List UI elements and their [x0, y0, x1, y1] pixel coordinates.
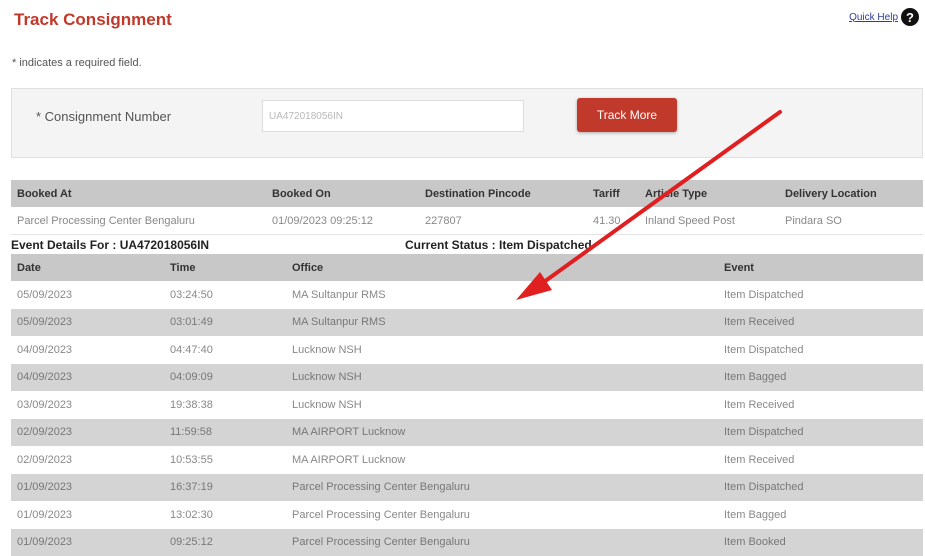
col-office: Office [286, 254, 718, 281]
event-office: Lucknow NSH [286, 336, 718, 364]
event-time: 03:24:50 [164, 281, 286, 309]
col-delivery-location: Delivery Location [779, 180, 923, 207]
booked-at-value: Parcel Processing Center Bengaluru [11, 207, 266, 235]
event-date: 02/09/2023 [11, 419, 164, 447]
event-status: Item Received [718, 309, 923, 337]
article-type-value: Inland Speed Post [639, 207, 779, 235]
table-row: 05/09/2023 03:24:50 MA Sultanpur RMS Ite… [11, 281, 923, 309]
event-time: 11:59:58 [164, 419, 286, 447]
table-row: 02/09/2023 11:59:58 MA AIRPORT Lucknow I… [11, 419, 923, 447]
track-more-button[interactable]: Track More [577, 98, 677, 132]
event-date: 03/09/2023 [11, 391, 164, 419]
col-event: Event [718, 254, 923, 281]
event-date: 05/09/2023 [11, 309, 164, 337]
consignment-number-input[interactable] [262, 100, 524, 132]
col-booked-at: Booked At [11, 180, 266, 207]
event-time: 19:38:38 [164, 391, 286, 419]
event-details-heading: Event Details For : UA472018056IN [11, 238, 209, 252]
table-row: 05/09/2023 03:01:49 MA Sultanpur RMS Ite… [11, 309, 923, 337]
consignment-form: * Consignment Number Track More [11, 88, 923, 158]
table-row: 01/09/2023 16:37:19 Parcel Processing Ce… [11, 474, 923, 502]
events-table: Date Time Office Event 05/09/2023 03:24:… [11, 254, 923, 556]
event-office: MA Sultanpur RMS [286, 309, 718, 337]
col-article-type: Article Type [639, 180, 779, 207]
event-date: 04/09/2023 [11, 336, 164, 364]
table-row: 01/09/2023 13:02:30 Parcel Processing Ce… [11, 501, 923, 529]
event-date: 04/09/2023 [11, 364, 164, 392]
event-status: Item Received [718, 446, 923, 474]
event-status: Item Dispatched [718, 336, 923, 364]
event-time: 04:47:40 [164, 336, 286, 364]
event-office: Lucknow NSH [286, 364, 718, 392]
current-status: Current Status : Item Dispatched [405, 238, 592, 252]
events-header-row: Date Time Office Event [11, 254, 923, 281]
event-office: Parcel Processing Center Bengaluru [286, 474, 718, 502]
consignment-number-label: * Consignment Number [36, 109, 171, 124]
delivery-location-value: Pindara SO [779, 207, 923, 235]
booking-info-table: Booked At Booked On Destination Pincode … [11, 180, 923, 235]
event-status: Item Dispatched [718, 419, 923, 447]
event-office: MA Sultanpur RMS [286, 281, 718, 309]
quick-help: Quick Help ? [849, 8, 919, 26]
destination-pincode-value: 227807 [419, 207, 587, 235]
event-date: 01/09/2023 [11, 501, 164, 529]
event-status: Item Bagged [718, 364, 923, 392]
event-time: 10:53:55 [164, 446, 286, 474]
tariff-value: 41.30 [587, 207, 639, 235]
event-office: MA AIRPORT Lucknow [286, 419, 718, 447]
event-date: 05/09/2023 [11, 281, 164, 309]
quick-help-link[interactable]: Quick Help [849, 12, 898, 23]
event-date: 02/09/2023 [11, 446, 164, 474]
event-time: 03:01:49 [164, 309, 286, 337]
booked-on-value: 01/09/2023 09:25:12 [266, 207, 419, 235]
required-note: * indicates a required field. [12, 57, 142, 69]
table-row: 04/09/2023 04:47:40 Lucknow NSH Item Dis… [11, 336, 923, 364]
event-office: Parcel Processing Center Bengaluru [286, 501, 718, 529]
table-row: 02/09/2023 10:53:55 MA AIRPORT Lucknow I… [11, 446, 923, 474]
col-time: Time [164, 254, 286, 281]
event-status: Item Bagged [718, 501, 923, 529]
event-time: 13:02:30 [164, 501, 286, 529]
event-status: Item Received [718, 391, 923, 419]
table-row: 03/09/2023 19:38:38 Lucknow NSH Item Rec… [11, 391, 923, 419]
event-date: 01/09/2023 [11, 474, 164, 502]
event-time: 04:09:09 [164, 364, 286, 392]
col-destination-pincode: Destination Pincode [419, 180, 587, 207]
col-booked-on: Booked On [266, 180, 419, 207]
booking-header-row: Booked At Booked On Destination Pincode … [11, 180, 923, 207]
help-icon[interactable]: ? [901, 8, 919, 26]
event-time: 16:37:19 [164, 474, 286, 502]
event-status: Item Dispatched [718, 281, 923, 309]
table-row: 04/09/2023 04:09:09 Lucknow NSH Item Bag… [11, 364, 923, 392]
event-office: Lucknow NSH [286, 391, 718, 419]
col-tariff: Tariff [587, 180, 639, 207]
page-title: Track Consignment [14, 10, 172, 30]
event-office: MA AIRPORT Lucknow [286, 446, 718, 474]
booking-row: Parcel Processing Center Bengaluru 01/09… [11, 207, 923, 235]
event-status: Item Dispatched [718, 474, 923, 502]
col-date: Date [11, 254, 164, 281]
